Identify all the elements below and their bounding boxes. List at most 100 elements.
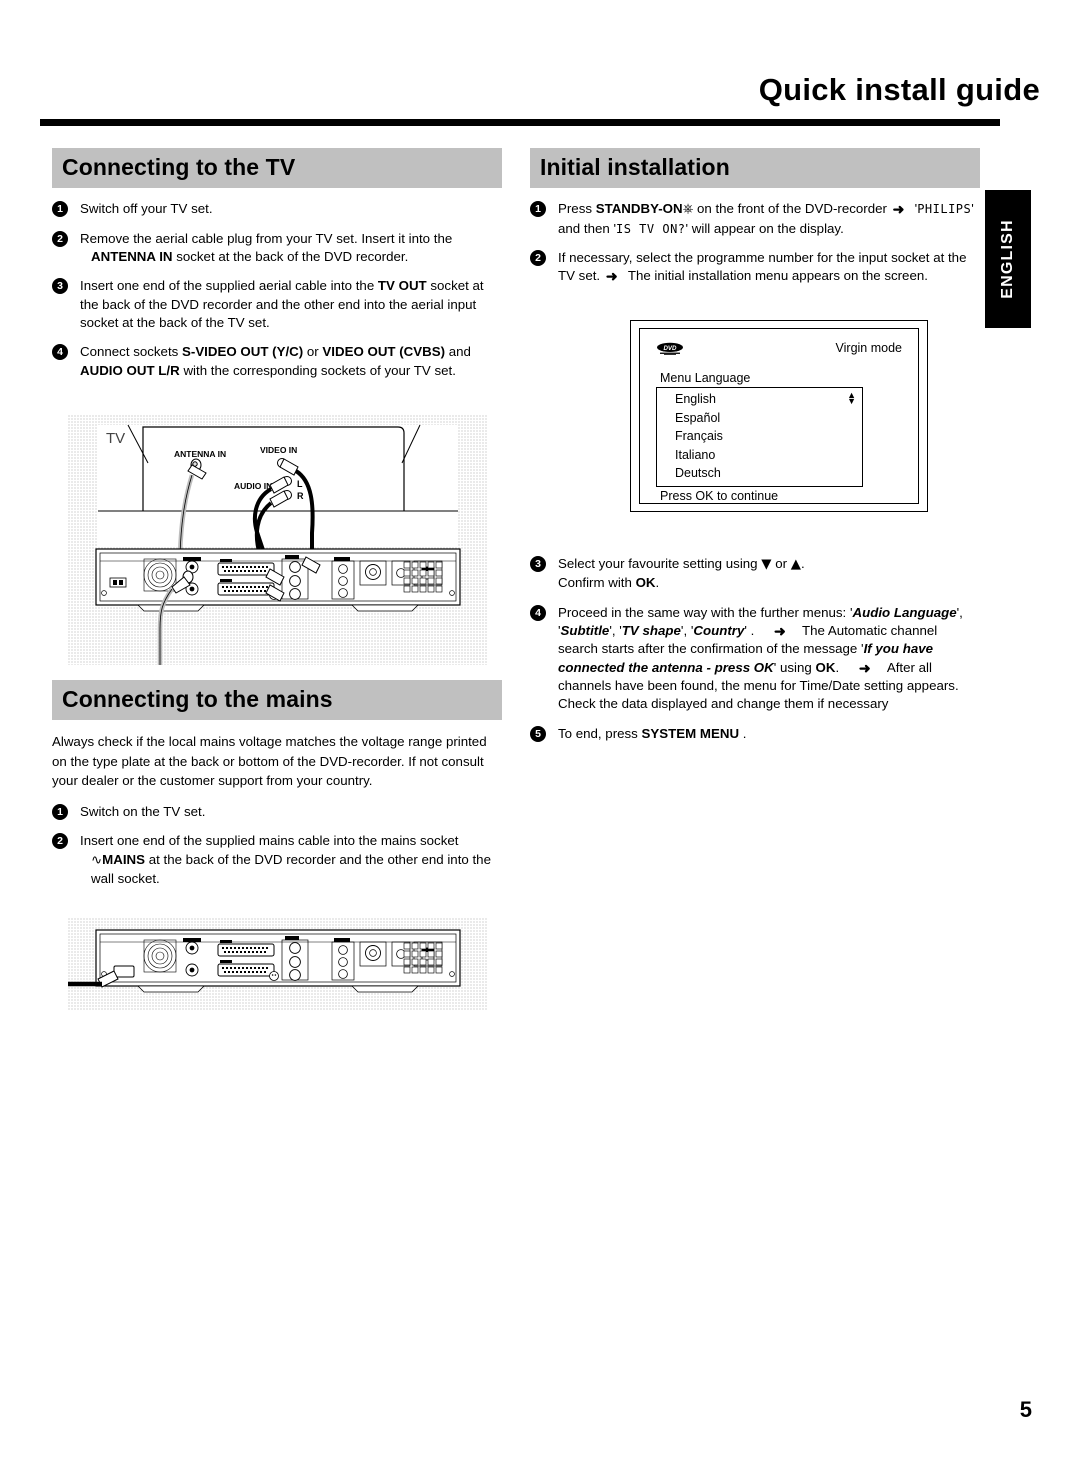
step-emphasis: STANDBY-ON	[595, 201, 683, 217]
step-number: 3	[52, 278, 68, 295]
step-text-part: Connect sockets	[80, 344, 179, 360]
mains-text-block: Connecting to the mains Always check if …	[52, 680, 502, 899]
title-rule	[40, 119, 1000, 126]
section-heading-initial-installation: Initial installation	[530, 148, 980, 189]
svg-text:R: R	[297, 491, 304, 501]
menu-option[interactable]: Deutsch	[657, 464, 862, 483]
step-number: 2	[530, 249, 546, 266]
step-item: 4 Proceed in the same way with the furth…	[530, 604, 980, 714]
step-number: 3	[530, 556, 546, 572]
step-number: 1	[52, 201, 68, 218]
step-text: Switch off your TV set.	[80, 201, 213, 217]
menu-option[interactable]: Español	[657, 409, 862, 428]
step-emphasis: S-VIDEO OUT (Y/C)	[182, 344, 304, 360]
ac-wave-icon: ∿	[91, 852, 103, 868]
step-text: Insert one end of the supplied mains cab…	[80, 832, 502, 888]
step-text-part: Check the data displayed and change them…	[558, 696, 889, 712]
menu-language-label: Menu Language	[660, 371, 751, 385]
step-text: Insert one end of the supplied aerial ca…	[80, 277, 502, 332]
step-text-part: Remove the aerial cable plug from your T…	[80, 230, 453, 246]
menu-name: Audio Language	[852, 604, 957, 620]
step-text-part: will appear on the display.	[691, 220, 844, 236]
svg-text:ANTENNA IN: ANTENNA IN	[174, 449, 226, 459]
step-item: 2 If necessary, select the programme num…	[530, 249, 980, 286]
dvd-logo-icon: DVD	[656, 342, 684, 358]
step-emphasis: VIDEO OUT (CVBS)	[322, 344, 446, 360]
step-text-part: Select your favourite setting using	[558, 556, 758, 571]
step-item: 1 Switch off your TV set.	[52, 200, 502, 218]
step-text-part: or	[775, 556, 788, 571]
menu-option[interactable]: Français	[657, 427, 862, 446]
menu-language-list[interactable]: ▲ ▼ English Español Français Italiano Deu…	[656, 387, 863, 487]
step-text: Press STANDBY-ON⎈ on the front of the DV…	[558, 200, 980, 238]
step-item: 2 Remove the aerial cable plug from your…	[52, 230, 502, 267]
step-item: 1 Switch on the TV set.	[52, 803, 502, 821]
step-number: 4	[530, 604, 546, 621]
step-emphasis: AUDIO OUT L/R	[80, 362, 180, 378]
step-text-part: .	[742, 725, 747, 741]
section-heading-connecting-to-the-tv: Connecting to the TV	[52, 148, 502, 189]
step-text-part: or	[306, 344, 319, 360]
step-text-part: with the corresponding sockets of your T…	[183, 362, 456, 378]
step-text-part: and	[448, 344, 471, 360]
display-text: PHILIPS	[917, 202, 972, 217]
press-ok-hint: Press OK to continue	[660, 488, 779, 503]
section-heading-connecting-to-the-mains: Connecting to the mains	[52, 680, 502, 721]
menu-name: Subtitle	[560, 623, 610, 639]
svg-text:DVD: DVD	[663, 345, 677, 352]
step-item: 4 Connect sockets S-VIDEO OUT (Y/C) or V…	[52, 343, 502, 380]
step-emphasis: OK	[635, 575, 656, 591]
step-number: 1	[52, 804, 68, 821]
step-item: 3 Select your favourite setting using ▼ …	[530, 555, 980, 593]
step-item: 5 To end, press SYSTEM MENU .	[530, 725, 980, 743]
svg-text:TV: TV	[106, 430, 125, 447]
figure-mains-connection	[68, 918, 488, 1010]
menu-name: Country	[693, 623, 745, 639]
step-text-part: Proceed in the same way with the further…	[558, 604, 847, 620]
step-text: Switch on the TV set.	[80, 804, 206, 820]
step-number: 5	[530, 725, 546, 742]
step-item: 2 Insert one end of the supplied mains c…	[52, 832, 502, 888]
step-emphasis: TV OUT	[377, 278, 427, 294]
arrow-down-icon: ▼	[761, 557, 772, 572]
step-number: 2	[52, 230, 68, 247]
scroll-updown-icon[interactable]: ▲ ▼	[847, 391, 856, 406]
arrow-up-icon: ▲	[790, 557, 801, 572]
step-text-part: at the back of the DVD recorder and the …	[91, 851, 491, 887]
arrow-icon: ➜	[858, 659, 871, 676]
step-text-part: and then	[558, 220, 610, 236]
step-text-part: .	[800, 556, 805, 571]
step-result-line: ➜ The initial installation menu appears …	[604, 268, 928, 285]
step-text: Remove the aerial cable plug from your T…	[80, 230, 502, 267]
on-screen-menu-header: DVD Virgin mode	[656, 341, 902, 357]
left-column: Connecting to the TV 1 Switch off your T…	[52, 148, 502, 391]
step-text-part: Press	[558, 201, 592, 217]
step-text-part: using	[779, 659, 812, 675]
language-side-tab-label: ENGLISH	[999, 219, 1016, 299]
display-text: IS TV ON?	[616, 221, 686, 236]
arrow-icon: ➜	[605, 268, 618, 285]
arrow-icon: ➜	[892, 201, 905, 218]
mains-paragraph: Always check if the local mains voltage …	[52, 734, 487, 788]
on-screen-menu-inner: DVD Virgin mode Menu Language ▲ ▼ English…	[639, 328, 919, 504]
step-number: 4	[52, 344, 68, 361]
menu-option[interactable]: Italiano	[657, 446, 862, 465]
step-text-part: Insert one end of the supplied mains cab…	[80, 833, 459, 849]
menu-option[interactable]: English	[657, 390, 862, 409]
step-text: Connect sockets S-VIDEO OUT (Y/C) or VID…	[80, 343, 502, 380]
step-number: 1	[530, 201, 546, 218]
svg-text:AUDIO IN: AUDIO IN	[234, 481, 272, 491]
step-text-part: .	[655, 575, 660, 591]
step-text: If necessary, select the programme numbe…	[558, 249, 980, 286]
step-emphasis: SYSTEM MENU	[641, 725, 740, 741]
step-text-part: .	[835, 659, 840, 675]
step-text: Select your favourite setting using ▼ or…	[558, 555, 980, 593]
right-column: Initial installation 1 Press STANDBY-ON⎈…	[530, 148, 980, 297]
step-text-part: socket at the back of the DVD recorder.	[176, 248, 409, 264]
figure-tv-connection: TV ANTENNA IN VIDEO IN AUDIO IN L R	[68, 415, 488, 665]
step-text: To end, press SYSTEM MENU .	[558, 725, 980, 743]
power-icon: ⎈	[682, 202, 694, 218]
virgin-mode-label: Virgin mode	[835, 341, 902, 355]
step-item: 3 Insert one end of the supplied aerial …	[52, 277, 502, 332]
svg-text:L: L	[297, 479, 303, 489]
